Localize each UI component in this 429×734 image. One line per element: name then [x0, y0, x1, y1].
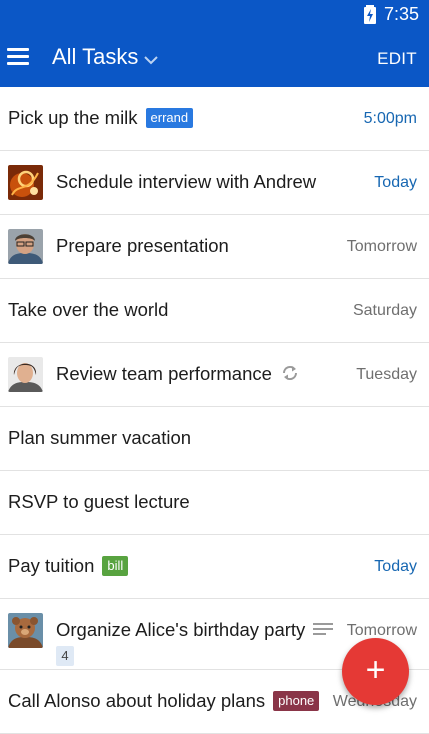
task-title: Schedule interview with Andrew — [56, 171, 317, 192]
task-title: Pick up the milk — [8, 107, 138, 128]
avatar — [8, 229, 43, 264]
task-title-wrap: Pay tuition bill — [8, 555, 129, 577]
chevron-down-icon[interactable] — [143, 54, 159, 66]
task-row[interactable]: Plan summer vacation — [0, 407, 429, 471]
task-due: Saturday — [352, 302, 417, 319]
task-due: Today — [374, 174, 417, 191]
status-time: 7:35 — [383, 4, 419, 24]
battery-charging-icon — [364, 5, 376, 24]
task-due: Tomorrow — [346, 622, 417, 639]
task-due: Today — [374, 558, 417, 575]
app-bar: All Tasks EDIT — [0, 30, 429, 87]
task-title: Organize Alice's birthday party — [56, 619, 306, 640]
task-title: Call Alonso about holiday plans — [8, 690, 266, 711]
list-title-dropdown[interactable]: All Tasks — [52, 44, 138, 70]
tag-phone: phone — [273, 691, 320, 711]
task-row[interactable]: RSVP to guest lecture — [0, 471, 429, 535]
avatar — [8, 613, 43, 648]
task-title-wrap: Pick up the milk errand — [8, 107, 194, 129]
add-task-button[interactable]: + — [342, 638, 409, 705]
task-due: 5:00pm — [363, 110, 417, 127]
task-title: Prepare presentation — [56, 235, 229, 256]
task-row[interactable]: Take over the world Saturday — [0, 279, 429, 343]
status-bar: 7:35 — [0, 0, 429, 30]
edit-button[interactable]: EDIT — [377, 49, 417, 69]
task-list: Pick up the milk errand 5:00pm Schedule i… — [0, 87, 429, 734]
subtask-count-badge: 4 — [56, 646, 74, 666]
task-title: RSVP to guest lecture — [8, 491, 190, 512]
task-row[interactable]: Schedule interview with Andrew Today — [0, 151, 429, 215]
task-title-wrap: Review team performance — [56, 363, 299, 385]
task-row[interactable]: Prepare presentation Tomorrow — [0, 215, 429, 279]
tag-bill: bill — [102, 556, 129, 576]
task-title-wrap: Call Alonso about holiday plans phone — [8, 690, 320, 712]
notes-icon — [313, 623, 333, 635]
menu-icon[interactable] — [7, 48, 29, 68]
task-row[interactable]: Pick up the milk errand 5:00pm — [0, 87, 429, 151]
task-row[interactable]: Pay tuition bill Today — [0, 535, 429, 599]
tag-errand: errand — [145, 108, 194, 128]
task-title: Take over the world — [8, 299, 169, 320]
avatar — [8, 357, 43, 392]
task-due: Tomorrow — [346, 238, 417, 255]
task-title: Review team performance — [56, 363, 272, 384]
add-icon: + — [365, 651, 386, 689]
task-row[interactable]: Review team performance Tuesday — [0, 343, 429, 407]
task-title: Pay tuition — [8, 555, 95, 576]
repeat-icon — [282, 365, 297, 381]
task-title: Plan summer vacation — [8, 427, 192, 448]
avatar — [8, 165, 43, 200]
task-due: Tuesday — [356, 366, 417, 383]
